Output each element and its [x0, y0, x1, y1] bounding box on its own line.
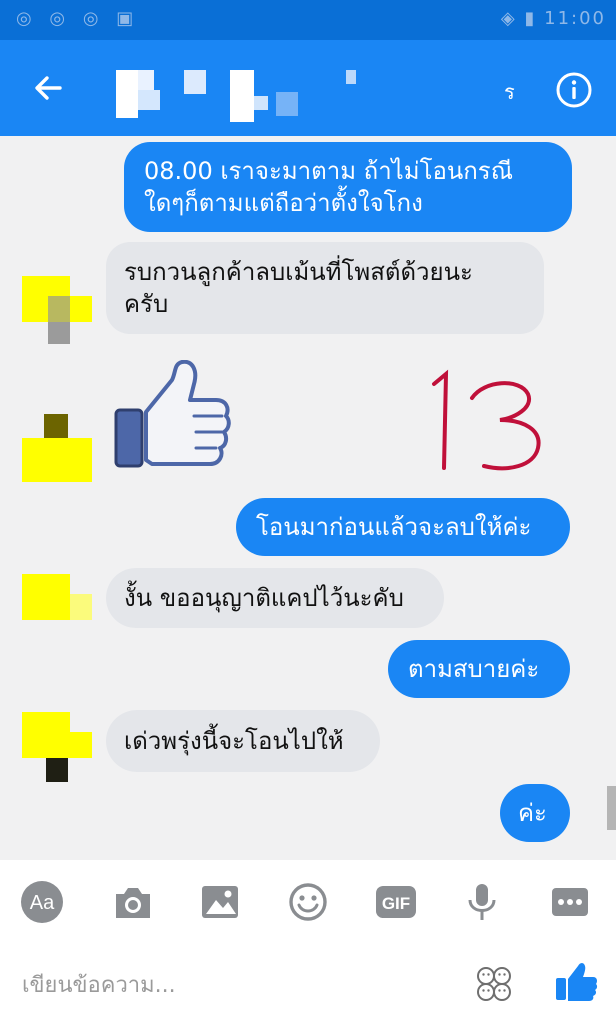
- contact-name-visible: ร: [504, 80, 515, 104]
- thumbs-up-sticker[interactable]: [112, 360, 232, 470]
- handwritten-annotation: [432, 369, 541, 471]
- more-icon[interactable]: [548, 880, 592, 924]
- contact-name-pixelated[interactable]: [112, 66, 356, 122]
- avatar[interactable]: [22, 574, 92, 636]
- message-input[interactable]: [20, 964, 444, 1006]
- svg-text:GIF: GIF: [382, 894, 410, 913]
- info-icon[interactable]: [555, 71, 593, 109]
- chat-header: ร: [0, 40, 616, 136]
- gif-icon[interactable]: GIF: [374, 880, 418, 924]
- composer-toolbar: Aa GIF: [0, 860, 616, 942]
- avatar[interactable]: [22, 712, 92, 782]
- microphone-icon[interactable]: [460, 880, 504, 924]
- message-bubble-incoming[interactable]: เด่วพรุ่งนี้จะโอนไปให้: [106, 710, 380, 772]
- emoji-icon[interactable]: [286, 880, 330, 924]
- message-bubble-outgoing[interactable]: ตามสบายค่ะ: [388, 640, 570, 698]
- status-notification-icons: ◎ ◎ ◎ ▣: [16, 8, 140, 29]
- status-system-icons: ◈ ▮ 11:00: [500, 8, 606, 29]
- arrow-back-icon[interactable]: [28, 68, 68, 108]
- message-list[interactable]: 08.00 เราจะมาตาม ถ้าไม่โอนกรณี ใดๆก็ตามแ…: [0, 136, 616, 860]
- message-bubble-outgoing[interactable]: โอนมาก่อนแล้วจะลบให้ค่ะ: [236, 498, 570, 556]
- emoji-faces-icon[interactable]: [474, 964, 514, 1004]
- message-bubble-outgoing[interactable]: 08.00 เราจะมาตาม ถ้าไม่โอนกรณี ใดๆก็ตามแ…: [124, 142, 572, 232]
- message-bubble-incoming[interactable]: งั้น ขออนุญาติแคปไว้นะคับ: [106, 568, 444, 628]
- avatar[interactable]: [22, 414, 92, 482]
- svg-text:Aa: Aa: [30, 892, 55, 914]
- avatar[interactable]: [22, 276, 92, 344]
- thumbs-up-icon[interactable]: [554, 960, 598, 1004]
- status-bar: ◎ ◎ ◎ ▣ ◈ ▮ 11:00: [0, 0, 616, 40]
- gallery-icon[interactable]: [198, 880, 242, 924]
- text-style-icon[interactable]: Aa: [20, 880, 64, 924]
- camera-icon[interactable]: [110, 880, 154, 924]
- message-bubble-outgoing[interactable]: ค่ะ: [500, 784, 570, 842]
- scrollbar[interactable]: [607, 786, 616, 830]
- message-bubble-incoming[interactable]: รบกวนลูกค้าลบเม้นที่โพสต์ด้วยนะ ครับ: [106, 242, 544, 334]
- message-composer: [0, 942, 616, 1024]
